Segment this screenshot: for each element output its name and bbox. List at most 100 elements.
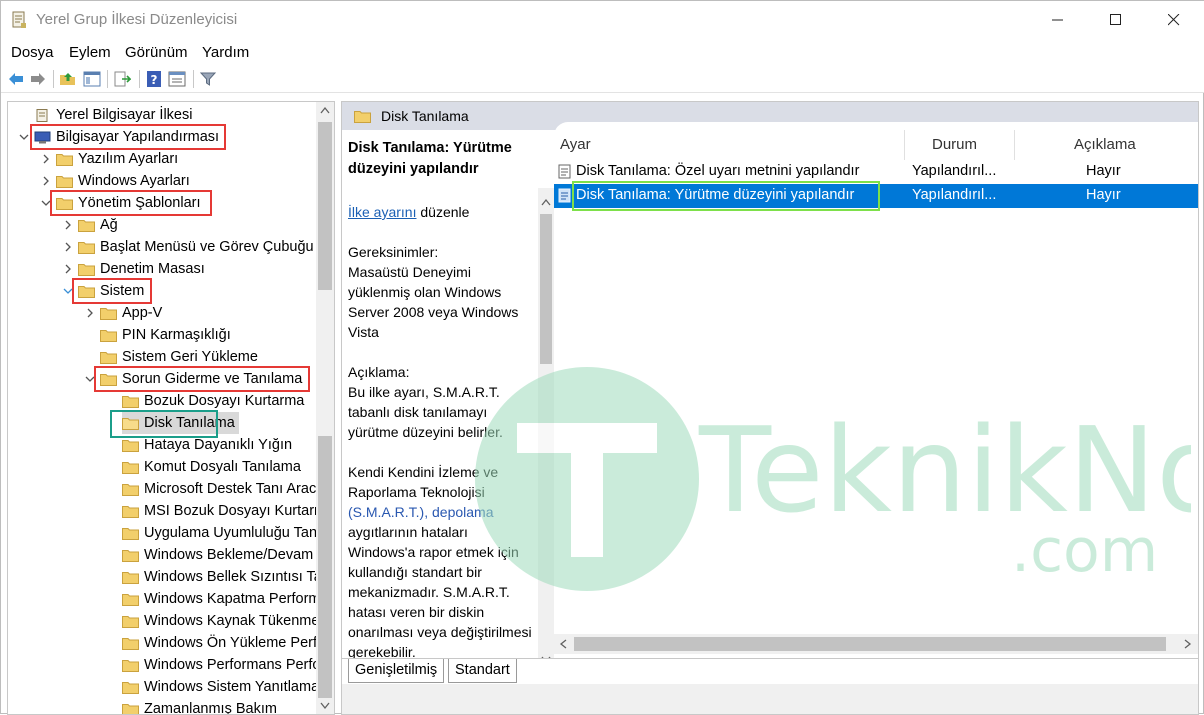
tree-item[interactable]: Bozuk Dosyayı Kurtarma [122,390,304,412]
explain-text-a: Bu ilke ayarı, S.M.A.R.T. tabanlı disk t… [348,382,534,442]
maximize-icon [1110,14,1122,26]
maximize-button[interactable] [1087,1,1145,39]
list-horizontal-scrollbar[interactable] [554,634,1198,654]
back-icon[interactable] [7,70,25,88]
requirements-label: Gereksinimler: [348,242,534,262]
tree-item[interactable]: App-V [100,302,162,324]
menu-help[interactable]: Yardım [202,44,249,61]
tree-item-label: Sistem Geri Yükleme [122,349,258,365]
edit-policy-link[interactable]: İlke ayarını [348,204,416,220]
scroll-left-icon[interactable] [559,639,567,649]
tab-standard[interactable]: Standart [448,659,517,683]
tree-item-label: Başlat Menüsü ve Görev Çubuğu [100,239,314,255]
row-comment: Hayır [1086,163,1121,179]
folder-icon [122,483,139,496]
chevron-right-icon[interactable] [40,153,52,165]
properties-icon[interactable] [168,70,186,88]
folder-icon [122,505,139,518]
folder-icon [122,703,139,715]
tree-vertical-scrollbar[interactable] [316,102,334,714]
folder-icon [100,307,117,320]
tree-item[interactable]: Yerel Bilgisayar İlkesi [34,104,192,126]
tree-item[interactable]: Windows Sistem Yanıtlama [122,676,319,698]
export-list-icon[interactable] [113,70,131,88]
tree-item[interactable]: Windows Kapatma Performansı [122,588,335,610]
close-button[interactable] [1145,1,1203,39]
tree-item[interactable]: Zamanlanmış Bakım [122,698,277,715]
tree-item[interactable]: Yazılım Ayarları [56,148,178,170]
tree-scroll-thumb[interactable] [318,122,332,290]
minimize-button[interactable] [1029,1,1087,39]
minimize-icon [1052,14,1064,26]
tree-item[interactable]: Sistem Geri Yükleme [100,346,258,368]
status-area [342,684,1199,715]
tree-item[interactable]: Denetim Masası [78,258,205,280]
chevron-right-icon[interactable] [40,175,52,187]
tree-item[interactable]: Başlat Menüsü ve Görev Çubuğu [78,236,314,258]
folder-icon [78,263,95,276]
chevron-right-icon[interactable] [84,307,96,319]
description-scroll-thumb[interactable] [540,214,552,364]
tree-item[interactable]: Windows Kaynak Tükenmesi [122,610,330,632]
close-icon [1168,14,1180,26]
tree-item-label: Microsoft Destek Tanı Aracı [144,481,320,497]
tree-item[interactable]: PIN Karmaşıklığı [100,324,231,346]
list-scroll-thumb[interactable] [574,637,1166,651]
highlight-box-troubleshooting [94,366,310,392]
tree-item-label: Windows Bellek Sızıntısı Tanılama [144,569,335,585]
scroll-down-icon[interactable] [320,702,330,710]
menu-file[interactable]: Dosya [11,44,54,61]
folder-icon [56,153,73,166]
tree-item[interactable]: Windows Ön Yükleme Performansı [122,632,335,654]
column-divider[interactable] [1014,130,1015,160]
tree-item-label: Bozuk Dosyayı Kurtarma [144,393,304,409]
up-folder-icon[interactable] [59,70,77,88]
folder-icon [122,593,139,606]
folder-icon [56,175,73,188]
chevron-down-icon[interactable] [18,131,30,143]
filter-icon[interactable] [199,70,217,88]
column-divider[interactable] [904,130,905,160]
tree-pane[interactable]: Yerel Bilgisayar İlkesiBilgisayar Yapıla… [7,101,335,715]
detail-pane: Disk Tanılama Disk Tanılama: Yürütme düz… [341,101,1199,715]
tree-item[interactable]: Uygulama Uyumluluğu Tanılama [122,522,335,544]
help-icon[interactable]: ? [145,70,163,88]
toolbar-separator [53,70,54,88]
folder-icon [122,571,139,584]
tree-item-label: Denetim Masası [100,261,205,277]
policy-setting-icon [558,164,572,179]
chevron-right-icon[interactable] [62,263,74,275]
tree-item[interactable]: Windows Ayarları [56,170,190,192]
forward-icon[interactable] [29,70,47,88]
folder-icon [354,110,371,123]
tree-item[interactable]: Windows Performans Performansı [122,654,335,676]
tree-item[interactable]: MSI Bozuk Dosyayı Kurtarma [122,500,334,522]
row-state: Yapılandırıl... [912,187,996,203]
menu-view[interactable]: Görünüm [125,44,188,61]
edit-policy-suffix: düzenle [416,204,469,220]
tree-item-label: App-V [122,305,162,321]
scroll-right-icon[interactable] [1184,639,1192,649]
tab-extended[interactable]: Genişletilmiş [348,659,444,683]
tree-item[interactable]: Ağ [78,214,118,236]
title-bar: Yerel Grup İlkesi Düzenleyicisi [1,1,1204,39]
chevron-right-icon[interactable] [62,241,74,253]
tree-item-label: Yazılım Ayarları [78,151,178,167]
toolbar: ? [1,65,1204,93]
view-tabs: Genişletilmiş Standart [342,658,1199,684]
menu-action[interactable]: Eylem [69,44,111,61]
show-hide-tree-icon[interactable] [83,70,101,88]
scroll-up-icon[interactable] [541,198,551,206]
policy-editor-icon [11,11,27,29]
tree-item[interactable]: Microsoft Destek Tanı Aracı [122,478,320,500]
tree-scroll-thumb-lower[interactable] [318,436,332,698]
tree-item-label: Windows Bekleme/Devam Etme [144,547,335,563]
policy-setting-icon [558,188,572,203]
tree-item[interactable]: Windows Bekleme/Devam Etme [122,544,335,566]
description-scrollbar[interactable] [538,188,554,668]
chevron-right-icon[interactable] [62,219,74,231]
tree-item[interactable]: Komut Dosyalı Tanılama [122,456,301,478]
scroll-up-icon[interactable] [320,106,330,114]
tree-item-label: Windows Sistem Yanıtlama [144,679,319,695]
tree-item[interactable]: Windows Bellek Sızıntısı Tanılama [122,566,335,588]
